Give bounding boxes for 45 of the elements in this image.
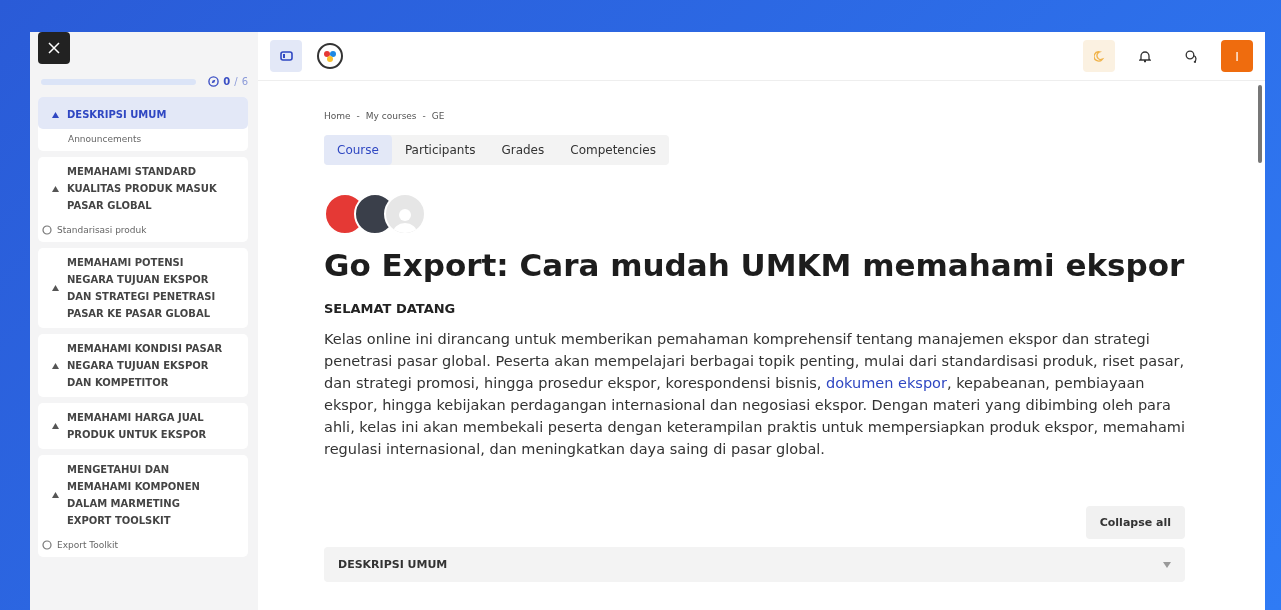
section-title: DESKRIPSI UMUM [338, 558, 448, 571]
circle-icon [42, 225, 52, 235]
close-icon [48, 42, 60, 54]
section-bar[interactable]: DESKRIPSI UMUM [324, 547, 1185, 582]
bell-icon [1139, 49, 1151, 63]
scrollbar-thumb[interactable] [1258, 85, 1262, 163]
section-header[interactable]: DESKRIPSI UMUM [38, 97, 248, 129]
breadcrumb-link[interactable]: GE [431, 111, 445, 121]
triangle-icon [52, 492, 59, 498]
progress-done: 0 [223, 76, 231, 87]
section-header[interactable]: MEMAHAMI HARGA JUAL PRODUK UNTUK EKSPOR [38, 403, 248, 449]
triangle-icon [52, 362, 59, 369]
text-link[interactable]: dokumen ekspor [825, 375, 947, 391]
triangle-icon [52, 285, 59, 291]
circle-icon [42, 540, 52, 550]
sidebar-toggle-button[interactable] [270, 40, 302, 72]
progress-separator: / [234, 76, 238, 87]
close-button[interactable] [38, 32, 70, 64]
logo-icon[interactable] [316, 42, 344, 70]
compass-icon [208, 76, 220, 87]
tab[interactable]: Participants [391, 135, 489, 165]
collapse-all-button[interactable]: Collapse all [1085, 506, 1185, 539]
breadcrumb-link[interactable]: Home [324, 111, 351, 121]
course-description: Kelas online ini dirancang untuk memberikan pemahaman komprehensif tentang manajemen ekspor dan strategi penetrasi pasar global. Peserta akan mempelajari berbagai topik penting, mulai dari standardisasi produk, riset pasar, dan strategi promosi, hingga prosedur ekspor, korespondensi bisnis, dokumen ekspor, kepabeanan, pembiayaan ekspor, hingga kebijakan perdagangan internasional dan negosiasi ekspor. Dengan materi yang dibimbing oleh para ahli, kelas ini akan membekali peserta dengan keterampilan praktis untuk mempersiapkan produk ekspor, memahami regulasi internasional, dan meningkatkan daya saing di pasar global. [324, 330, 1185, 459]
moon-icon [1093, 50, 1105, 62]
tab[interactable]: Grades [488, 135, 558, 165]
activity-link[interactable]: Standarisasi produk [57, 225, 147, 235]
breadcrumb-link[interactable]: My courses [365, 111, 417, 121]
panel-icon [279, 51, 293, 61]
course-title: Go Export: Cara mudah UMKM memahami ekspor [324, 247, 1185, 283]
course-subtitle: SELAMAT DATANG [324, 301, 457, 316]
activity-link[interactable]: Export Toolkit [57, 540, 119, 550]
section-header[interactable]: MEMAHAMI POTENSI NEGARA TUJUAN EKSPOR DAN STRATEGI PENETRASI PASAR KE PASAR GLOBAL [38, 248, 248, 328]
activity-link[interactable]: Announcements [68, 134, 142, 144]
section-header[interactable]: MEMAHAMI STANDARD KUALITAS PRODUK MASUK PASAR GLOBAL [38, 157, 248, 220]
breadcrumb-separator: - [422, 111, 426, 121]
section-header[interactable]: MEMAHAMI KONDISI PASAR NEGARA TUJUAN EKSPOR DAN KOMPETITOR [38, 334, 248, 397]
section-header[interactable]: MENGETAHUI DAN MEMAHAMI KOMPONEN DALAM MARMETING EXPORT TOOLSKIT [38, 455, 248, 535]
tab[interactable]: Competencies [557, 135, 669, 165]
tab[interactable]: Course [324, 135, 392, 165]
triangle-icon [52, 423, 59, 429]
progress-total: 6 [241, 76, 248, 87]
breadcrumb-separator: - [356, 111, 360, 121]
triangle-icon [52, 111, 59, 118]
triangle-icon [52, 185, 59, 192]
